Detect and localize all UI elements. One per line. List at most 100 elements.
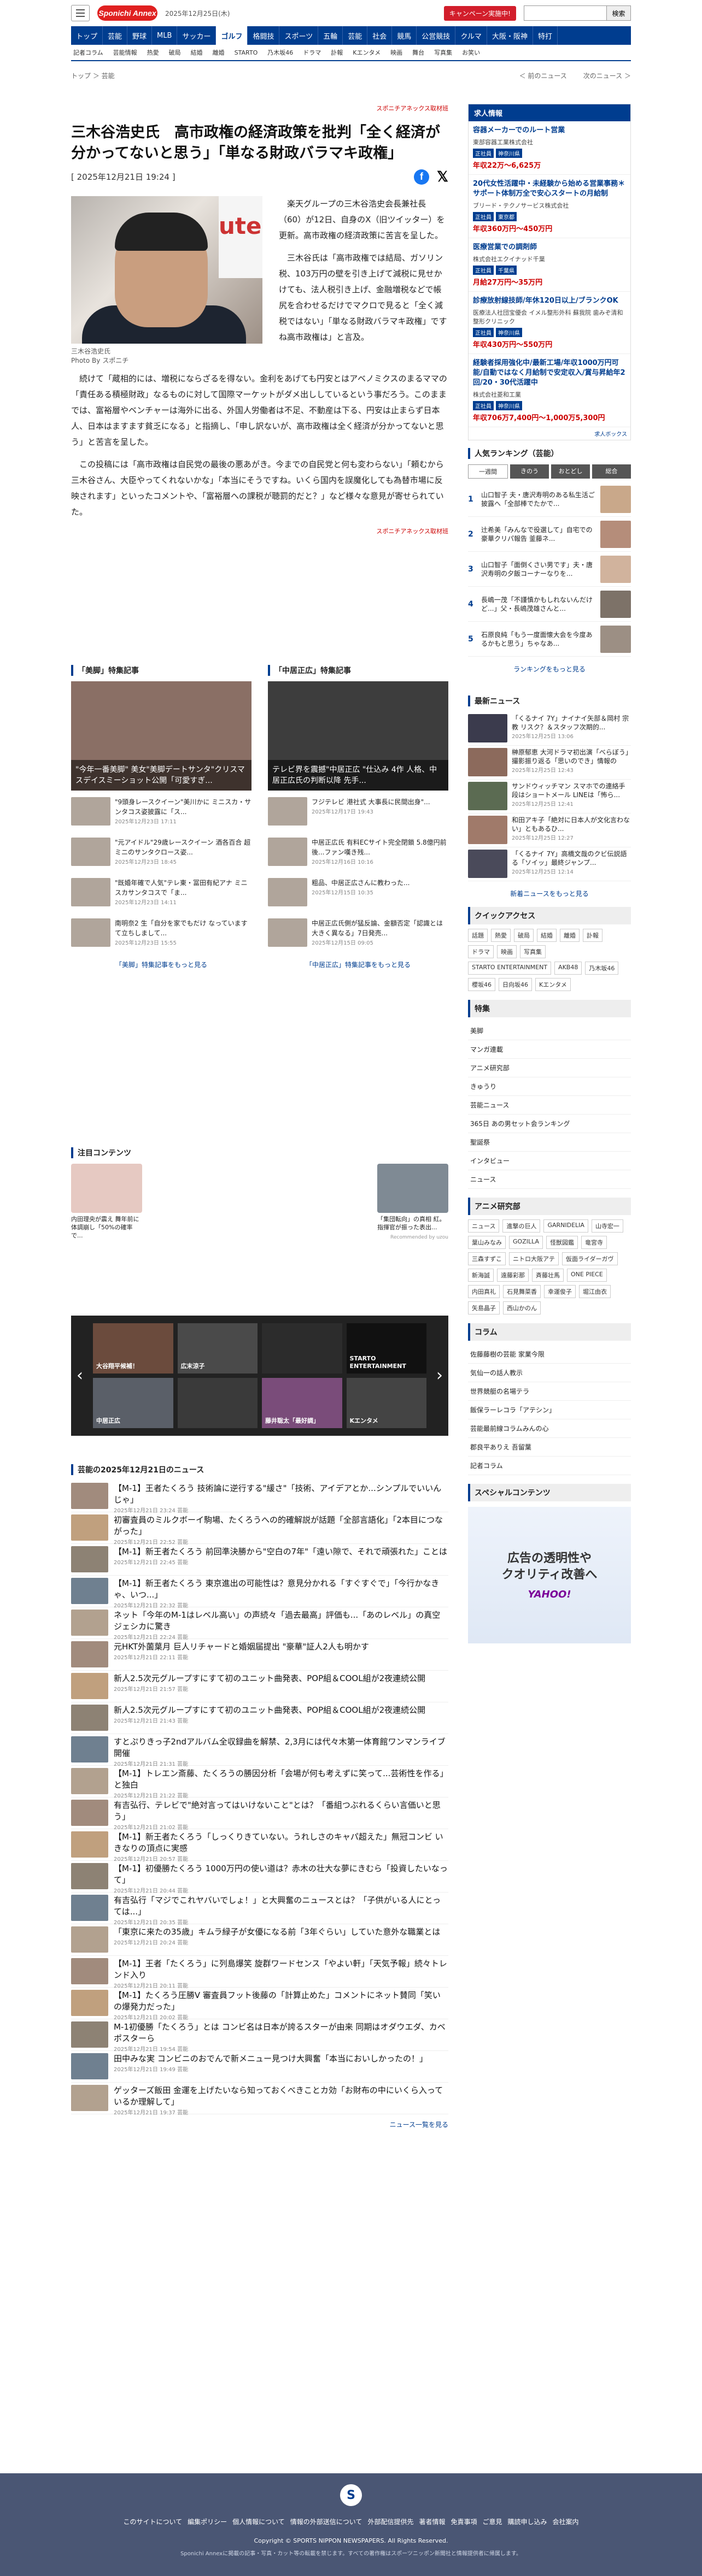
anime-chip[interactable]: 新海誠 xyxy=(468,1269,494,1282)
carousel-next-icon[interactable]: › xyxy=(436,1366,443,1385)
job-item[interactable]: 医療営業での調剤師 株式会社エクイナッド千葉 正社員 千葉県 月給27万円～35万円 xyxy=(469,238,630,292)
subnav-item[interactable]: 結婚 xyxy=(191,48,203,57)
column-link[interactable]: 佐藤藤樹の芸能 家業今限 xyxy=(468,1345,631,1364)
quick-access-chip[interactable]: ドラマ xyxy=(468,945,494,958)
quick-access-chip[interactable]: 熱愛 xyxy=(491,929,511,942)
news-item[interactable]: 新人2.5次元グループすにすて初のユニット曲発表、POP組＆COOL組が2夜連続… xyxy=(71,1671,448,1702)
subnav-item[interactable]: STARTO xyxy=(235,49,258,56)
next-news-link[interactable]: 次のニュース ＞ xyxy=(583,71,631,80)
job-item[interactable]: 容器メーカーでのルート営業 東部容器工業株式会社 正社員 神奈川県 年収22万～6,62… xyxy=(469,121,630,175)
feature-link[interactable]: 聖誕祭 xyxy=(468,1133,631,1152)
news-item[interactable]: ネット「今年のM-1はレベル高い」の声続々「過去最高」評価も...「あのレベル」… xyxy=(71,1607,448,1641)
column-link[interactable]: 世界競艇の名場テラ xyxy=(468,1382,631,1401)
column-link[interactable]: 飯保ラーレコラ「アテシン」 xyxy=(468,1401,631,1419)
anime-chip[interactable]: 竜宮寺 xyxy=(581,1236,607,1249)
subnav-item[interactable]: ドラマ xyxy=(303,48,321,57)
special-item[interactable]: "既婚年確で人気"テレ東・冨田有紀アナ ミニスカサンタコスで「ま... 2025年… xyxy=(71,878,251,912)
latest-item[interactable]: 榊原郁恵 大河ドラマ初出演「べらぼう」撮影振り返る「思いのでき」情報の 2025年… xyxy=(468,746,631,780)
footer-logo-icon[interactable]: S xyxy=(340,2484,362,2506)
anime-chip[interactable]: ONE PIECE xyxy=(567,1269,607,1282)
anime-chip[interactable]: 遠藤彩那 xyxy=(497,1269,529,1282)
carousel-cell[interactable]: Kエンタメ xyxy=(346,1378,426,1428)
news-list-more-link[interactable]: ニュース一覧を見る xyxy=(71,2120,448,2129)
feature-link[interactable]: 芸能ニュース xyxy=(468,1096,631,1115)
column-link[interactable]: 記者コラム xyxy=(468,1457,631,1475)
anime-chip[interactable]: 矢島晶子 xyxy=(468,1301,500,1314)
anime-chip[interactable]: 内田真礼 xyxy=(468,1285,500,1298)
ranking-more-link[interactable]: ランキングをもっと見る xyxy=(468,664,631,674)
feature-link[interactable]: 365日 あの男セット会ランキング xyxy=(468,1115,631,1133)
feature-link[interactable]: ニュース xyxy=(468,1170,631,1189)
anime-chip[interactable]: ニトロ大阪アテ xyxy=(509,1252,559,1265)
column-link[interactable]: 気仙一の話人教示 xyxy=(468,1364,631,1382)
news-item[interactable]: 【M-1】新王者たくろう 東京進出の可能性は？意見分かれる「すぐすぐで」「今行か… xyxy=(71,1576,448,1609)
feature-link[interactable]: マンガ連載 xyxy=(468,1040,631,1059)
jobs-footer[interactable]: 求人ボックス xyxy=(469,427,630,440)
quick-access-chip[interactable]: STARTO ENTERTAINMENT xyxy=(468,962,552,975)
quick-access-chip[interactable]: 結婚 xyxy=(537,929,557,942)
special-more-link[interactable]: 「美脚」特集記事をもっと見る xyxy=(71,960,251,969)
special-item[interactable]: 粗品、中居正広さんに教わった... 2025年12月15日 10:35 xyxy=(268,878,448,912)
anime-chip[interactable]: GARNIDELIA xyxy=(543,1219,588,1233)
footer-link[interactable]: 会社案内 xyxy=(553,2517,579,2526)
subnav-item[interactable]: Kエンタメ xyxy=(353,48,381,57)
gnav-item[interactable]: 五輪 xyxy=(318,26,343,45)
subnav-item[interactable]: 写真集 xyxy=(434,48,452,57)
gnav-item[interactable]: クルマ xyxy=(455,26,487,45)
gnav-item[interactable]: 大阪・阪神 xyxy=(487,26,533,45)
ad-banner[interactable]: 広告の透明性や クオリティ改善へ YAHOO! xyxy=(468,1507,631,1643)
quick-access-chip[interactable]: Kエンタメ xyxy=(535,978,571,991)
feature-link[interactable]: インタビュー xyxy=(468,1152,631,1170)
news-item[interactable]: 田中みな実 コンビニのおでんで新メニュー見つけ大興奮「本当においしかったの！」 2… xyxy=(71,2051,448,2083)
site-logo[interactable]: Sponichi Annex xyxy=(97,5,157,21)
quick-access-chip[interactable]: 写真集 xyxy=(520,945,546,958)
search-button[interactable]: 検索 xyxy=(606,6,630,20)
news-item[interactable]: 【M-1】初優勝たくろう 1000万円の使い道は？赤木の壮大な夢にきむら「投資し… xyxy=(71,1861,448,1894)
footer-link[interactable]: 免責事項 xyxy=(451,2517,477,2526)
carousel-cell[interactable]: 大谷翔平候補！ xyxy=(93,1323,173,1374)
anime-chip[interactable]: 仮面ライダーガヴ xyxy=(562,1252,618,1265)
footer-link[interactable]: 情報の外部送信について xyxy=(290,2517,362,2526)
subnav-item[interactable]: 舞台 xyxy=(412,48,424,57)
news-item[interactable]: 【M-1】王者たくろう 技術論に逆行する"緩さ"「技術、アイデアとか...シンプ… xyxy=(71,1481,448,1514)
subnav-item[interactable]: 映画 xyxy=(390,48,402,57)
search-input[interactable] xyxy=(524,6,606,20)
ranking-item[interactable]: 4 長嶋一茂「不謹慎かもしれないんだけど...」父・長嶋茂雄さんと... xyxy=(468,587,631,622)
subnav-item[interactable]: 破局 xyxy=(169,48,181,57)
gnav-item[interactable]: トップ xyxy=(71,26,103,45)
ranking-item[interactable]: 1 山口智子 夫・唐沢寿明のある私生活ご披露へ「全部棒でたかで... xyxy=(468,482,631,517)
subnav-item[interactable]: お笑い xyxy=(462,48,480,57)
gnav-item[interactable]: スポーツ xyxy=(279,26,319,45)
carousel-cell[interactable]: STARTO ENTERTAINMENT xyxy=(346,1323,426,1374)
carousel-cell[interactable]: 広末涼子 xyxy=(177,1323,258,1374)
carousel-cell[interactable]: 藤井聡太「最好調」 xyxy=(262,1378,342,1428)
special-item[interactable]: "9頭身レースクイーン"美川かに ミニスカ・サンタコス姿披露に「ス... 2025… xyxy=(71,797,251,831)
quick-access-chip[interactable]: 乃木坂46 xyxy=(585,962,619,975)
special-item[interactable]: 中居正広氏 有料ECサイト完全閉鎖 5.8億円前後...ファン嘆き残... 202… xyxy=(268,838,448,871)
anime-chip[interactable]: 堀江由衣 xyxy=(579,1285,611,1298)
subnav-item[interactable]: 記者コラム xyxy=(73,48,103,57)
ranking-item[interactable]: 3 山口智子「面倒くさい男です」夫・唐沢寿明の夕飯コーナーなりを... xyxy=(468,552,631,587)
footer-link[interactable]: 外部配信提供先 xyxy=(367,2517,413,2526)
footer-link[interactable]: ご意見 xyxy=(482,2517,502,2526)
anime-chip[interactable]: 石見舞菜香 xyxy=(503,1285,541,1298)
quick-access-chip[interactable]: 櫻坂46 xyxy=(468,978,495,991)
news-item[interactable]: 「東京に来たの35歳」キムラ緑子が女優になる前「3年ぐらい」していた意外な職業と… xyxy=(71,1924,448,1956)
anime-chip[interactable]: 西山かのん xyxy=(503,1301,541,1314)
column-link[interactable]: 芸能最前線コラムみんの心 xyxy=(468,1419,631,1438)
breadcrumb[interactable]: トップ ＞ 芸能 xyxy=(71,71,115,80)
gnav-item[interactable]: 芸能 xyxy=(103,26,128,45)
anime-chip[interactable]: 葉山みなみ xyxy=(468,1236,506,1249)
news-item[interactable]: 有吉弘行「マジでこれヤバいでしょ！」と大興奮のニュースとは？「子供がいる人にとっ… xyxy=(71,1893,448,1926)
quick-access-chip[interactable]: 離婚 xyxy=(560,929,580,942)
special-more-link[interactable]: 「中居正広」特集記事をもっと見る xyxy=(268,960,448,969)
subnav-item[interactable]: 離婚 xyxy=(213,48,225,57)
article-byline[interactable]: スポニチアネックス取材班 xyxy=(71,527,448,535)
gnav-item[interactable]: 格闘技 xyxy=(248,26,280,45)
footer-link[interactable]: 著者情報 xyxy=(419,2517,445,2526)
news-item[interactable]: 【M-1】王者「たくろう」に列島爆笑 旋群ワードセンス「やよい軒」「天気予報」続… xyxy=(71,1956,448,1989)
ranking-tab[interactable]: 総合 xyxy=(592,464,631,479)
feature-link[interactable]: 美脚 xyxy=(468,1022,631,1040)
gnav-item[interactable]: 公営競技 xyxy=(417,26,456,45)
ranking-tab[interactable]: 一週間 xyxy=(468,464,508,479)
